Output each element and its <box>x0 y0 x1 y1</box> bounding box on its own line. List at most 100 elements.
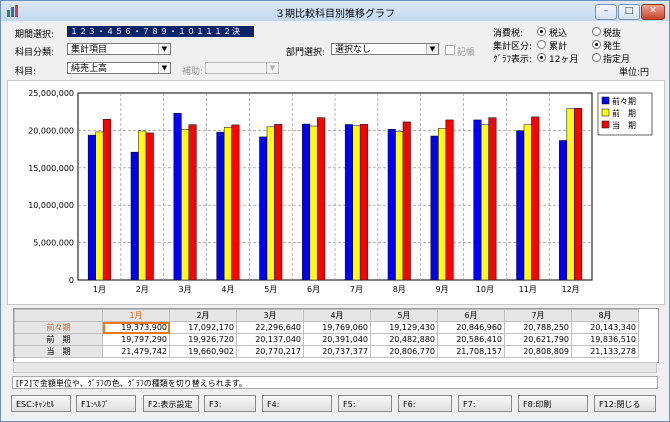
chevron-down-icon: ▼ <box>426 44 438 54</box>
sub-account-label: 補助: <box>182 67 204 77</box>
table-cell[interactable]: 20,846,960 <box>437 321 505 334</box>
dept-select[interactable]: 選択なし ▼ <box>331 43 439 55</box>
bar-1 <box>302 123 311 281</box>
fkey-button-9[interactable]: F8:印刷 <box>518 395 588 412</box>
fkey-button-5[interactable]: F4: <box>262 395 332 412</box>
table-cell[interactable]: 19,769,060 <box>303 321 371 334</box>
x-tick-label: 4月 <box>221 285 234 294</box>
fkey-button-3[interactable]: F2:表示設定 <box>143 395 199 412</box>
bar-3 <box>274 124 283 281</box>
y-tick-label: 0 <box>69 276 74 285</box>
period-selector[interactable]: １２３・４５６・７８９・１０１１１２決 <box>67 26 254 37</box>
account-class-select[interactable]: 集計項目 ▼ <box>67 43 171 55</box>
bar-2 <box>480 124 489 281</box>
x-tick-label: 11月 <box>519 285 537 294</box>
cumulative-radio[interactable] <box>537 40 546 49</box>
table-cell[interactable]: 20,737,377 <box>303 345 371 358</box>
occurrence-radio[interactable] <box>592 40 601 49</box>
tax-included-radio[interactable] <box>537 27 546 36</box>
specific-month-label: 指定月 <box>603 55 631 65</box>
table-cell[interactable]: 19,129,430 <box>370 321 438 334</box>
table-cell[interactable]: 19,373,900 <box>102 321 170 334</box>
tax-included-label: 税込 <box>549 29 568 39</box>
fkey-button-1[interactable]: ESC:ｷｬﾝｾﾙ <box>11 395 71 412</box>
fkey-button-2[interactable]: F1:ﾍﾙﾌﾟ <box>76 395 136 412</box>
table-cell[interactable]: 20,808,809 <box>504 345 572 358</box>
fkey-button-8[interactable]: F7: <box>458 395 512 412</box>
twelve-month-radio[interactable] <box>537 53 546 62</box>
fkey-button-10[interactable]: F12:閉じる <box>594 395 656 412</box>
table-cell[interactable]: 20,482,880 <box>370 333 438 346</box>
table-cell[interactable]: 19,797,290 <box>102 333 170 346</box>
x-tick-label: 2月 <box>136 285 149 294</box>
table-cell[interactable]: 20,586,410 <box>437 333 505 346</box>
table-cell[interactable]: 22,296,640 <box>236 321 304 334</box>
table-cell[interactable]: 17,092,170 <box>169 321 237 334</box>
table-cell[interactable]: 20,770,217 <box>236 345 304 358</box>
table-cell[interactable]: 20,806,770 <box>370 345 438 358</box>
column-header[interactable]: 2月 <box>169 309 237 322</box>
account-value: 純売上高 <box>71 64 108 74</box>
bar-2 <box>138 130 147 281</box>
account-select[interactable]: 純売上高 ▼ <box>67 62 171 74</box>
horizontal-scrollbar[interactable] <box>13 362 657 373</box>
column-header[interactable]: 3月 <box>236 309 304 322</box>
column-header[interactable]: 8月 <box>571 309 639 322</box>
x-tick-label: 3月 <box>179 285 192 294</box>
table-row: 当 期 21,479,742 19,660,902 20,770,217 20,737,… <box>14 345 639 358</box>
column-header[interactable]: 5月 <box>370 309 438 322</box>
bar-3 <box>359 124 368 281</box>
x-tick-label: 6月 <box>307 285 320 294</box>
bar-3 <box>574 108 583 281</box>
table-row: 前 期 19,797,290 19,926,720 20,137,040 20,391,… <box>14 333 639 346</box>
account-class-value: 集計項目 <box>71 45 108 55</box>
table-cell[interactable]: 20,391,040 <box>303 333 371 346</box>
bar-3 <box>488 117 497 281</box>
specific-month-radio[interactable] <box>592 53 601 62</box>
bar-2 <box>95 131 104 281</box>
column-header[interactable]: 4月 <box>303 309 371 322</box>
table-cell[interactable]: 20,143,340 <box>571 321 639 334</box>
x-tick-label: 8月 <box>393 285 406 294</box>
bar-2 <box>395 131 404 281</box>
graph-display-label: ｸﾞﾗﾌ表示: <box>493 55 533 65</box>
status-bar: [F2]で金額単位や、ｸﾞﾗﾌの色、ｸﾞﾗﾌの種類を切り替えられます。 <box>12 376 658 389</box>
table-cell[interactable]: 21,133,278 <box>571 345 639 358</box>
bar-1 <box>173 112 182 281</box>
bar-3 <box>145 132 154 281</box>
unit-label: 単位:円 <box>619 68 650 78</box>
legend-swatch <box>601 108 610 117</box>
x-tick-label: 1月 <box>93 285 106 294</box>
tax-excluded-radio[interactable] <box>592 27 601 36</box>
data-grid[interactable]: 1月 2月 3月 4月 5月 6月 7月 8月 前々期 19,373,900 17,092,170 2… <box>13 308 659 363</box>
twelve-month-label: 12ヶ月 <box>549 55 579 65</box>
account-class-label: 科目分類: <box>15 48 55 58</box>
maximize-button[interactable]: □ <box>618 4 640 20</box>
fkey-button-6[interactable]: F5: <box>338 395 392 412</box>
fkey-button-4[interactable]: F3: <box>204 395 256 412</box>
legend-label: 前々期 <box>612 96 636 106</box>
table-cell[interactable]: 19,836,510 <box>571 333 639 346</box>
bar-chart: 25,000,000 20,000,000 15,000,000 10,000,000… <box>28 89 653 294</box>
close-button[interactable]: ✕ <box>641 4 665 20</box>
fkey-button-7[interactable]: F6: <box>398 395 452 412</box>
table-cell[interactable]: 21,708,157 <box>437 345 505 358</box>
table-cell[interactable]: 21,479,742 <box>102 345 170 358</box>
data-table: 1月 2月 3月 4月 5月 6月 7月 8月 前々期 19,373,900 17,092,170 2… <box>14 309 639 358</box>
table-cell[interactable]: 20,621,790 <box>504 333 572 346</box>
minimize-button[interactable]: – <box>595 4 617 20</box>
table-cell[interactable]: 20,137,040 <box>236 333 304 346</box>
bar-3 <box>531 116 540 281</box>
bar-1 <box>130 151 139 281</box>
dept-record-checkbox[interactable] <box>445 45 455 55</box>
column-header[interactable]: 7月 <box>504 309 572 322</box>
table-cell[interactable]: 20,788,250 <box>504 321 572 334</box>
table-cell[interactable]: 19,926,720 <box>169 333 237 346</box>
legend-swatch <box>601 120 610 129</box>
cumulative-label: 累計 <box>549 42 568 52</box>
column-header[interactable]: 6月 <box>437 309 505 322</box>
column-header[interactable]: 1月 <box>102 309 170 322</box>
dept-label: 部門選択: <box>286 48 326 58</box>
bar-2 <box>223 127 232 281</box>
table-cell[interactable]: 19,660,902 <box>169 345 237 358</box>
